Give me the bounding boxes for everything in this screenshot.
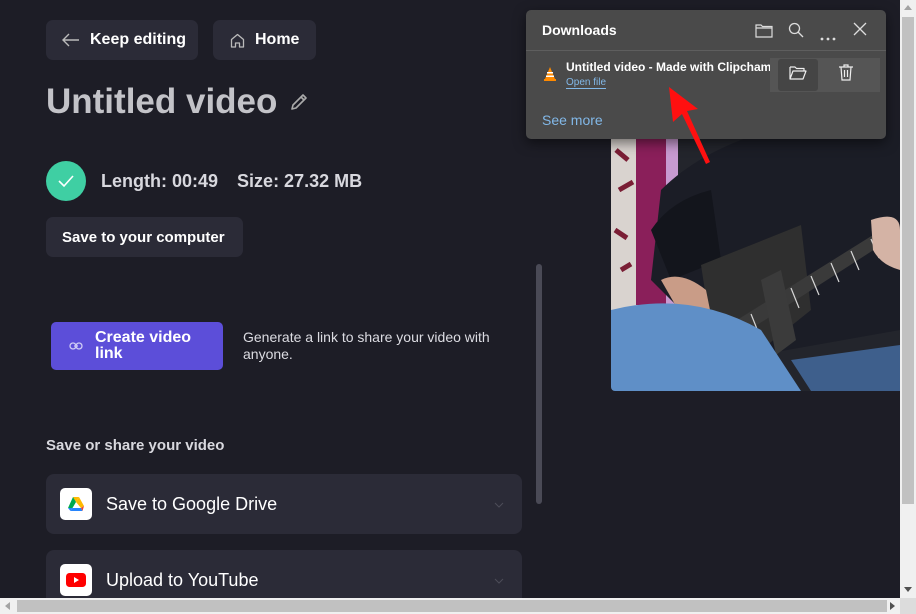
save-to-google-drive-card[interactable]: Save to Google Drive (46, 474, 522, 534)
show-in-folder-button[interactable] (778, 59, 818, 91)
close-icon[interactable] (853, 22, 867, 41)
create-link-description: Generate a link to share your video with… (243, 329, 490, 362)
page-vertical-scrollbar[interactable] (900, 0, 916, 598)
more-options-icon[interactable] (820, 28, 836, 46)
open-folder-icon[interactable] (755, 22, 773, 43)
save-to-google-drive-label: Save to Google Drive (106, 493, 278, 514)
save-to-computer-button[interactable]: Save to your computer (46, 217, 243, 257)
download-item-actions (770, 58, 880, 92)
export-status: Length: 00:49 Size: 27.32 MB (46, 161, 362, 201)
share-section-title: Save or share your video (46, 437, 225, 454)
downloads-divider (526, 50, 886, 51)
search-icon[interactable] (788, 22, 804, 43)
chevron-down-icon (494, 495, 504, 513)
link-icon (69, 341, 83, 351)
scroll-right-arrow-icon[interactable] (890, 602, 895, 610)
youtube-icon (60, 564, 92, 596)
google-drive-icon (60, 488, 92, 520)
delete-button[interactable] (826, 59, 866, 91)
scroll-up-arrow-icon[interactable] (904, 5, 912, 10)
open-file-link[interactable]: Open file (566, 77, 607, 89)
checkmark-icon (46, 161, 86, 201)
scrollbar-corner (900, 598, 916, 614)
chevron-down-icon (494, 571, 504, 589)
home-label: Home (255, 31, 300, 48)
vlc-icon (542, 66, 558, 87)
video-preview[interactable] (611, 130, 900, 391)
video-length: Length: 00:49 (101, 170, 219, 191)
upload-to-youtube-label: Upload to YouTube (106, 569, 259, 590)
create-video-link-label: Create video link (95, 329, 192, 362)
home-icon (230, 33, 245, 48)
horizontal-scroll-thumb[interactable] (17, 600, 887, 612)
vertical-scroll-thumb[interactable] (902, 17, 914, 504)
delete-icon (838, 64, 854, 86)
export-page: Keep editing Home Untitled video Length:… (0, 0, 900, 598)
page-horizontal-scrollbar[interactable] (0, 598, 900, 614)
create-video-link-button[interactable]: Create video link (51, 322, 223, 370)
video-size: Size: 27.32 MB (237, 170, 363, 191)
home-button[interactable]: Home (213, 20, 316, 60)
keep-editing-label: Keep editing (90, 31, 187, 48)
see-more-link[interactable]: See more (542, 112, 603, 128)
video-title: Untitled video (46, 82, 309, 122)
keep-editing-button[interactable]: Keep editing (46, 20, 198, 60)
show-in-folder-icon (789, 65, 807, 85)
pencil-edit-icon[interactable] (289, 92, 309, 112)
scroll-left-arrow-icon[interactable] (5, 602, 10, 610)
download-filename: Untitled video - Made with Clipchamp.mp4 (566, 60, 776, 74)
video-title-text: Untitled video (46, 82, 278, 121)
video-frame-image (611, 130, 900, 391)
panel-scrollbar[interactable] (536, 264, 542, 504)
downloads-title: Downloads (542, 22, 617, 38)
arrow-left-icon (62, 33, 80, 47)
scroll-down-arrow-icon[interactable] (904, 587, 912, 592)
upload-to-youtube-card[interactable]: Upload to YouTube (46, 550, 522, 598)
save-to-computer-label: Save to your computer (62, 228, 225, 246)
red-arrow-annotation (669, 87, 710, 164)
